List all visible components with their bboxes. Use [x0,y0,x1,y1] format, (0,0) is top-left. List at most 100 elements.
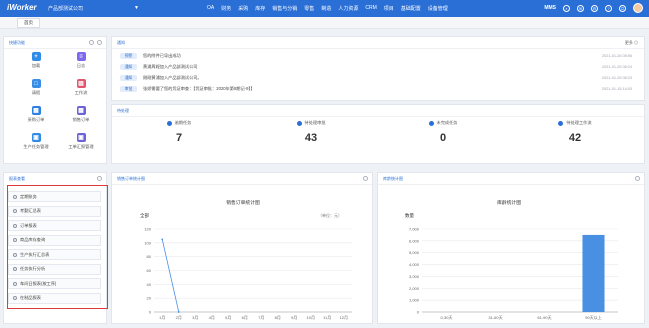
company-switcher[interactable]: 产品部测试公司 [48,5,83,12]
chart-filter: 全部 [140,212,149,219]
nav-item[interactable]: OA [207,5,214,12]
x-tick-label: 61-90天 [537,315,551,320]
report-item[interactable]: 车间日报表(按工序) [8,278,101,289]
highlight-box [7,185,108,309]
nav-item[interactable]: 库存 [255,5,265,12]
notice-badge: 审批 [120,86,137,92]
nav-item[interactable]: 制造 [321,5,331,12]
search-icon[interactable]: ⌕ [563,4,570,12]
chart-unit: （单位：元） [318,212,342,218]
quick-item[interactable]: ▦ 采购订单 [16,106,56,123]
report-item[interactable]: 订单报表 [8,220,101,231]
stat-label: 待处理工作流 [566,120,592,125]
message-icon[interactable]: ✉ [577,4,584,12]
y-tick-label: 0 [149,310,152,315]
x-tick-label: 11月 [323,315,331,320]
quick-item[interactable]: □ 请假 [16,79,56,96]
x-tick-label: 7月 [258,315,264,320]
report-item[interactable]: 生产执行汇总表 [8,249,101,260]
nav-item[interactable]: 设备管理 [428,5,448,12]
app-logo[interactable]: iWorker [7,3,37,12]
quick-item[interactable]: ▣ 生产任务管理 [16,133,56,150]
notice-badge: 通知 [120,64,137,70]
quick-label: 请假 [31,90,41,95]
notice-text: 刚刚黄浦加入产品部测试公司。 [143,75,202,80]
notice-text: 您的附件已导出成功 [143,53,181,58]
x-tick-label: 4月 [209,315,215,320]
quick-icon: ▦ [31,106,41,115]
x-tick-label: 90天以上 [585,314,601,320]
x-tick-label: 9月 [291,315,297,320]
close-icon[interactable] [97,40,102,45]
main-nav: OA 财务 采购 库存 销售与分销 零售 制造 人力资源 CRM 项目 基础配置 设备管理 [207,5,455,12]
radio-icon [13,267,17,271]
stock-bar-chart: 库龄统计图数量 0 1,000 2,000 3,000 4,000 5,000 6,000 7,… [405,199,618,320]
nav-item[interactable]: 采购 [238,5,248,12]
quick-item[interactable]: ▣ 工单汇报管理 [61,133,101,150]
quick-item[interactable]: ▤ 工作流 [61,79,101,96]
more-link[interactable]: 更多 ◎ [625,40,638,46]
stat-value: 7 [175,132,183,144]
y-tick-label: 60 [147,268,152,273]
x-tick-label: 6月 [242,315,248,320]
report-label: 考勤汇总表 [20,208,41,213]
todo-stat[interactable]: 逾期任务 7 [114,120,244,144]
stat-label: 待处理审批 [304,120,326,125]
notice-time: 2021-01-25 08:23 [602,76,632,80]
nav-item[interactable]: CRM [365,5,376,12]
nav-item[interactable]: 销售与分销 [272,5,297,12]
nav-item[interactable]: 人力资源 [338,5,358,12]
data-point [161,238,164,241]
stat-value: 42 [568,132,582,144]
chart-title: 库龄统计图 [497,199,521,206]
chevron-down-icon[interactable]: ▼ [134,5,139,11]
notice-row[interactable]: 审批 张娇需要了您的凭证审查：【凭证审批：2020年第8期记-9】】 2021-01… [120,85,640,93]
tab-strip: 首页 [0,17,649,29]
avatar[interactable] [633,3,643,13]
quick-item[interactable]: ▦ 销售订单 [61,106,101,123]
notice-row[interactable]: 通知 黄浦周妮加入产品部测试公司 2021-01-25 08:24 [120,63,640,71]
notice-time: 2021-01-26 08:56 [602,54,632,58]
refresh-icon[interactable] [363,176,368,181]
quick-item[interactable]: + 加载 [16,52,56,69]
quick-label: 销售订单 [72,117,90,122]
help-icon[interactable]: ? [605,4,612,12]
tab-home[interactable]: 首页 [17,18,40,28]
nav-item[interactable]: 零售 [304,5,314,12]
y-tick-label: 4,000 [409,262,420,267]
top-navbar: iWorker 产品部测试公司 ▼ OA 财务 采购 库存 销售与分销 零售 制造 人力资源 C… [0,0,649,17]
nav-item[interactable]: 财务 [221,5,231,12]
refresh-icon[interactable] [89,40,94,45]
quick-label: 日志 [76,63,86,68]
todo-stat[interactable]: 待处理工作流 42 [510,120,640,144]
report-label: 任务执行分析 [20,266,46,271]
todo-stat[interactable]: 待处理审批 43 [246,120,376,144]
radio-icon [13,296,17,300]
refresh-icon[interactable] [635,176,640,181]
stat-label: 未完成任务 [436,120,458,125]
report-item[interactable]: 定期账务 [8,191,101,202]
quick-label: 工单汇报管理 [68,144,94,149]
notice-row[interactable]: 通知 刚刚黄浦加入产品部测试公司。 2021-01-25 08:23 [120,74,640,82]
report-item[interactable]: 商品库存查询 [8,234,101,246]
quick-item[interactable]: ≡ 日志 [61,52,101,69]
panel-controls [86,40,102,45]
user-code[interactable]: MMS [544,5,556,11]
todo-stat[interactable]: 未完成任务 0 [378,120,508,144]
status-icon [296,120,302,126]
power-icon[interactable]: ⏻ [619,4,626,12]
panel-title: 销售订单统计图 [117,176,145,181]
report-item[interactable]: 在制品报表 [8,292,101,304]
x-tick-label: 2月 [176,315,182,320]
gear-icon[interactable]: ⚙ [591,4,598,12]
notice-row[interactable]: 预警 您的附件已导出成功 2021-01-26 08:56 [120,52,640,60]
nav-item[interactable]: 基础配置 [401,5,421,12]
panel-title: 通知 [117,40,125,45]
x-tick-label: 3月 [192,315,198,320]
report-label: 商品库存查询 [20,237,46,242]
nav-item[interactable]: 项目 [384,5,394,12]
refresh-icon[interactable] [97,176,102,181]
report-item[interactable]: 任务执行分析 [8,263,101,275]
report-item[interactable]: 考勤汇总表 [8,205,101,217]
quick-icon: ▣ [31,133,41,142]
